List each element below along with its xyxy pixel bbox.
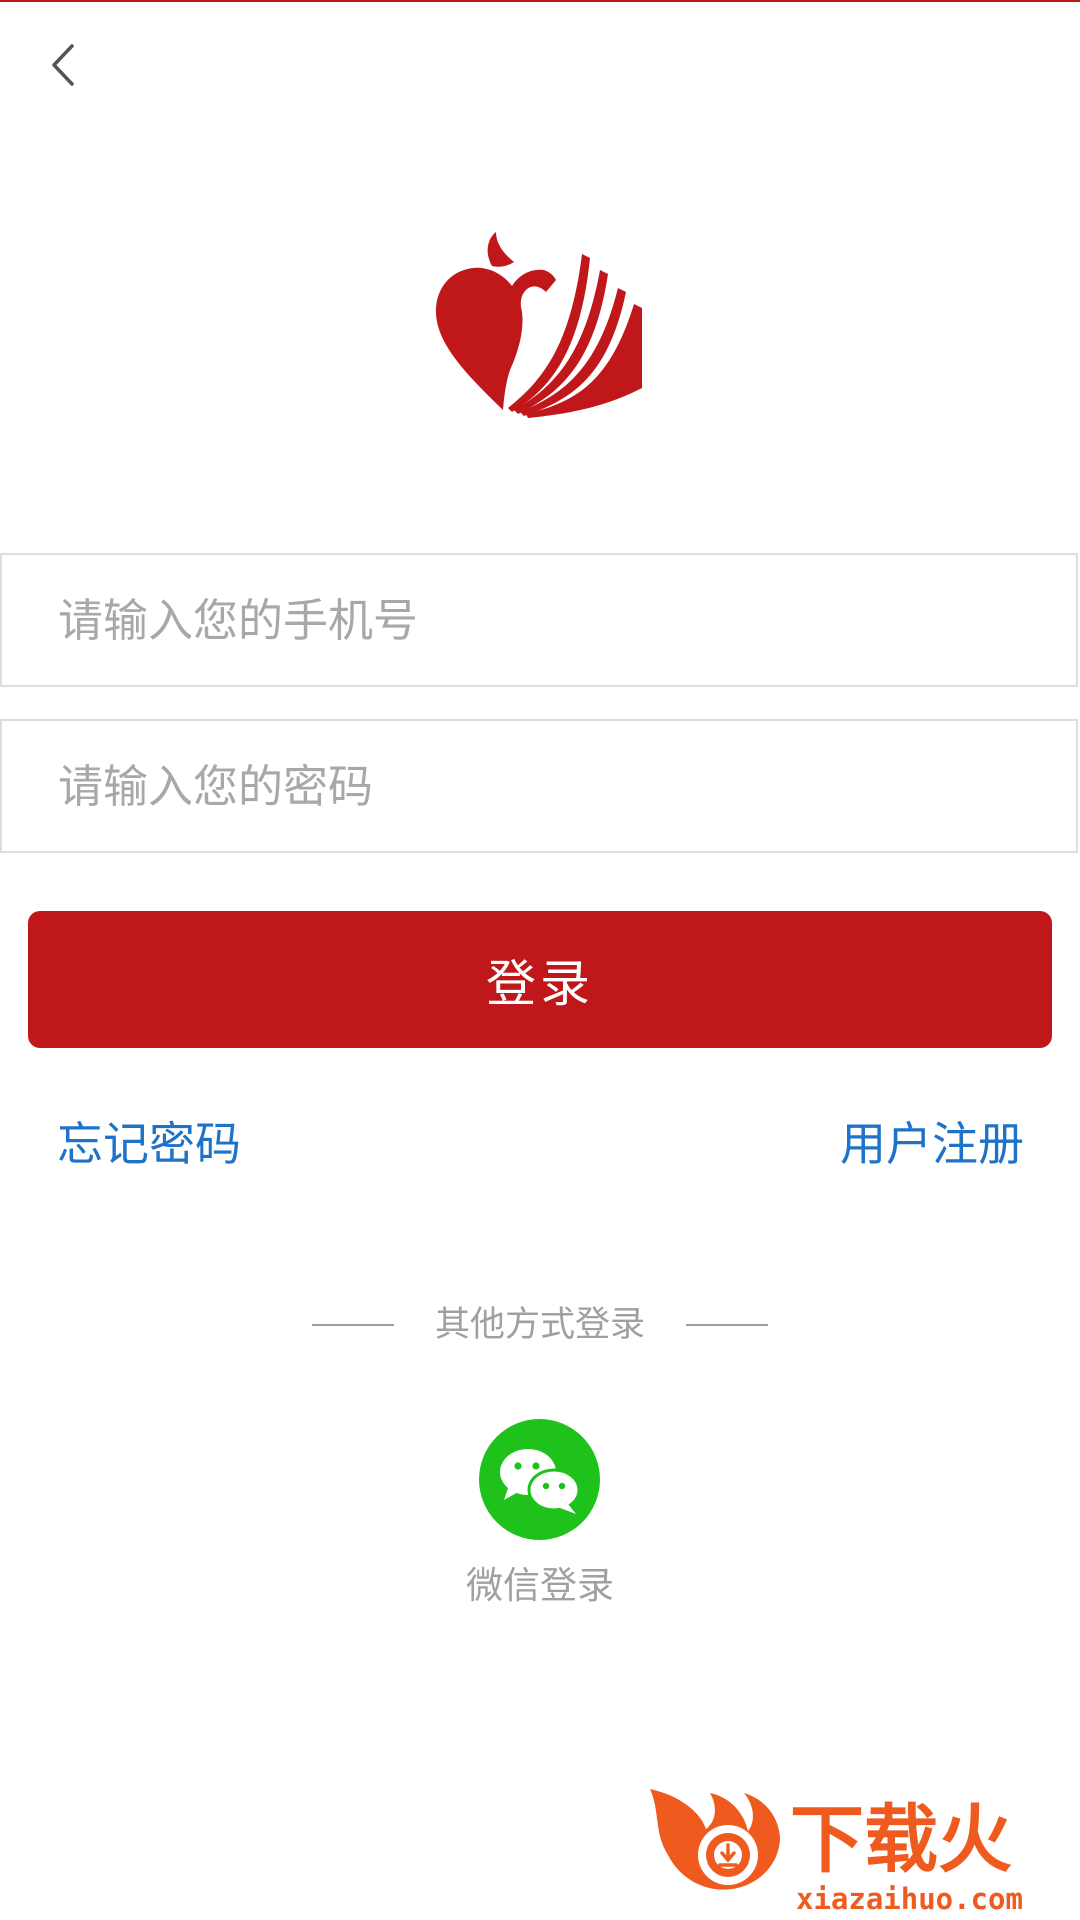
wechat-login-button[interactable] — [479, 1419, 600, 1540]
phone-input[interactable] — [2, 555, 1076, 685]
password-field[interactable] — [0, 719, 1078, 853]
forgot-password-link[interactable]: 忘记密码 — [57, 1108, 241, 1174]
password-input[interactable] — [2, 721, 1076, 851]
login-button[interactable]: 登录 — [28, 911, 1052, 1048]
watermark-domain: xiazaihuo.com — [796, 1882, 1023, 1915]
other-login-divider: 其他方式登录 — [0, 1300, 1080, 1350]
wechat-icon — [499, 1448, 580, 1514]
back-button[interactable] — [38, 30, 88, 100]
phone-field[interactable] — [0, 553, 1078, 687]
watermark-brand: 下载火 — [790, 1797, 1012, 1883]
chevron-left-icon — [52, 44, 74, 86]
watermark-logo: 下载火 xiazaihuo.com — [650, 1789, 1023, 1915]
divider-line-right — [686, 1324, 768, 1326]
app-logo — [435, 232, 642, 418]
other-login-label: 其他方式登录 — [434, 1305, 645, 1345]
wechat-login-label: 微信登录 — [466, 1564, 614, 1607]
top-accent-line — [0, 0, 1080, 2]
register-link[interactable]: 用户注册 — [840, 1108, 1024, 1174]
